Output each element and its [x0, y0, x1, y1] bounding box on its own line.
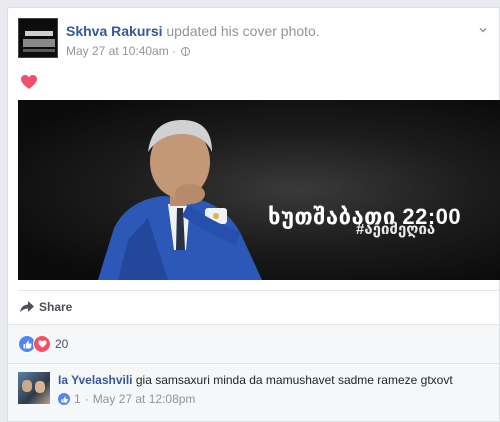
post-meta: May 27 at 10:40am · [66, 44, 191, 58]
post-card: Skhva Rakursi updated his cover photo. M… [7, 7, 500, 422]
reaction-count[interactable]: 20 [55, 337, 68, 351]
comment-body: gia samsaxuri minda da mamushavet sadme … [135, 373, 453, 387]
post-timestamp[interactable]: May 27 at 10:40am [66, 44, 169, 58]
post-actions-bar: Share [18, 290, 499, 325]
reaction-icons [18, 335, 51, 353]
chevron-down-icon[interactable] [479, 26, 487, 34]
post-action-text: updated his cover photo. [166, 23, 320, 39]
love-reaction-icon [33, 335, 51, 353]
comment-meta: 1 · May 27 at 12:08pm [58, 392, 195, 406]
comments-section: Ia Yvelashvili gia samsaxuri minda da ma… [8, 364, 499, 421]
meta-separator: · [172, 44, 177, 58]
comment-like-count[interactable]: 1 [74, 392, 81, 406]
comment-author-link[interactable]: Ia Yvelashvili [58, 373, 133, 387]
share-button[interactable]: Share [20, 300, 72, 314]
post-header: Skhva Rakursi updated his cover photo. M… [18, 18, 499, 62]
comment-text-line: Ia Yvelashvili gia samsaxuri minda da ma… [58, 373, 453, 387]
share-label: Share [39, 300, 73, 314]
post-author-link[interactable]: Skhva Rakursi [66, 23, 163, 39]
cover-hashtag: #აეიმეღია [356, 221, 436, 238]
comment-like-icon [58, 393, 70, 405]
page-avatar[interactable] [18, 18, 58, 58]
share-icon [20, 301, 34, 313]
commenter-avatar[interactable] [18, 372, 50, 404]
cover-photo[interactable]: ხუთშაბათი 22:00 #აეიმეღია [18, 100, 500, 280]
cover-person-illustration [98, 120, 262, 280]
post-title-line: Skhva Rakursi updated his cover photo. [66, 22, 320, 40]
comment-meta-separator: · [84, 392, 89, 406]
heart-icon [21, 75, 37, 89]
reactions-summary[interactable]: 20 [8, 324, 499, 364]
comment-timestamp[interactable]: May 27 at 12:08pm [93, 392, 196, 406]
globe-icon[interactable] [181, 47, 191, 56]
